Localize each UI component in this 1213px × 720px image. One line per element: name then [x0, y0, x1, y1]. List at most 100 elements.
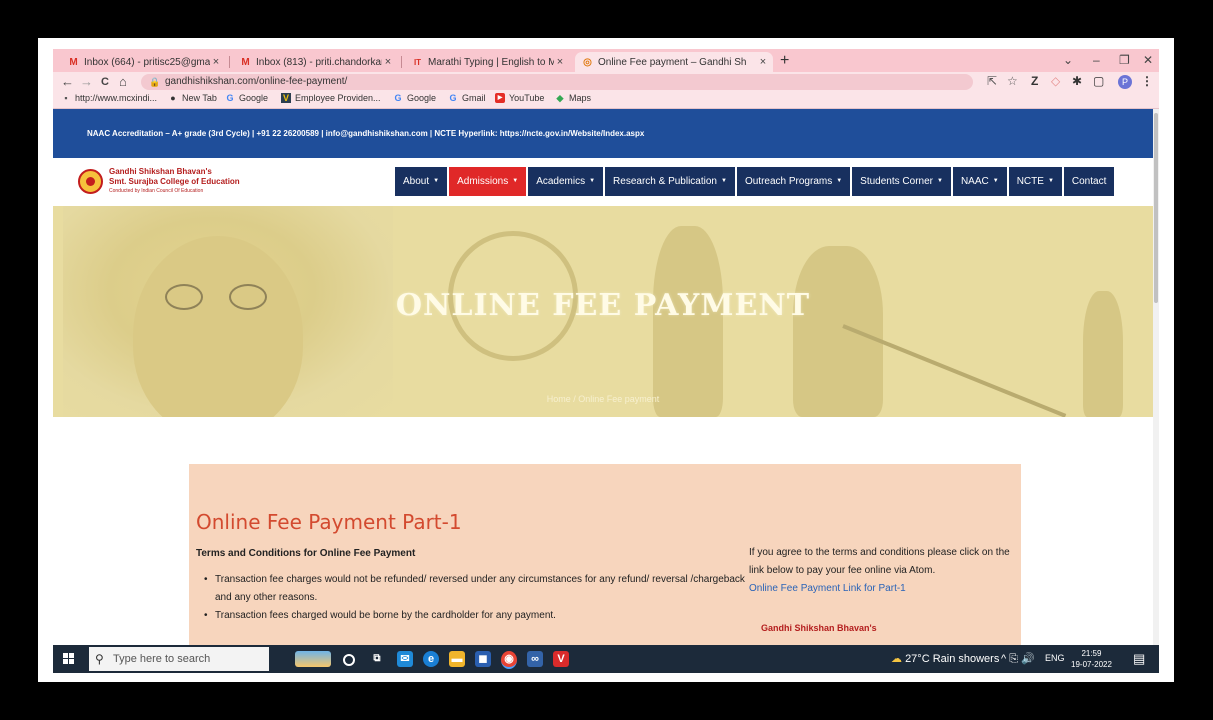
- tab-close-icon[interactable]: ×: [757, 56, 769, 68]
- notification-center-icon[interactable]: ▤: [1133, 651, 1145, 667]
- tab-online-fee-payment[interactable]: ◎ Online Fee payment – Gandhi Sh ×: [575, 52, 773, 72]
- tab-inbox-813[interactable]: M Inbox (813) - priti.chandorkar@g ×: [233, 52, 398, 72]
- reload-button[interactable]: C: [101, 76, 109, 88]
- close-window-button[interactable]: ✕: [1143, 53, 1153, 67]
- windows-start-icon[interactable]: [63, 653, 74, 664]
- new-tab-button[interactable]: +: [780, 52, 789, 70]
- mini-logo: Gandhi Shikshan Bhavan's: [761, 623, 877, 633]
- tab-inbox-664[interactable]: M Inbox (664) - pritisc25@gmail.co ×: [61, 52, 226, 72]
- google-icon: G: [226, 93, 234, 103]
- agree-block: If you agree to the terms and conditions…: [749, 544, 1021, 598]
- store-app-icon[interactable]: ◼: [475, 651, 491, 667]
- caret-down-icon: ▼: [721, 178, 727, 184]
- gmail-icon: M: [69, 56, 78, 68]
- page-scrollbar[interactable]: [1153, 109, 1159, 645]
- bookmark-gmail[interactable]: G Gmail: [448, 93, 486, 103]
- kebab-menu-icon[interactable]: ⋮: [1141, 74, 1153, 88]
- list-item: Transaction fees charged would be borne …: [204, 607, 748, 625]
- page-title: ONLINE FEE PAYMENT: [395, 288, 811, 323]
- profile-avatar[interactable]: P: [1118, 75, 1132, 89]
- nav-ncte[interactable]: NCTE ▼: [1008, 167, 1062, 196]
- lock-icon: 🔒: [149, 77, 161, 87]
- fee-payment-panel: Online Fee Payment Part-1 Terms and Cond…: [189, 464, 1021, 645]
- system-tray-icons[interactable]: ^ ⎘ 🔊: [1001, 652, 1035, 666]
- puzzle-extensions-icon[interactable]: ✱: [1072, 74, 1082, 88]
- minimize-button[interactable]: –: [1093, 53, 1100, 67]
- browser-toolbar: ← → C ⌂ 🔒 gandhishikshan.com/online-fee-…: [53, 72, 1159, 92]
- main-nav: About ▼ Admissions ▼ Academics ▼ Research &…: [395, 167, 1116, 196]
- bookmark-new-tab[interactable]: ● New Tab: [168, 93, 217, 103]
- cortana-icon[interactable]: [343, 654, 355, 666]
- nav-admissions[interactable]: Admissions ▼: [449, 167, 527, 196]
- side-panel-icon[interactable]: ▢: [1093, 74, 1104, 88]
- language-indicator[interactable]: ENG: [1045, 653, 1065, 663]
- bookmark-mcxindia[interactable]: ▪ http://www.mcxindi...: [61, 93, 157, 103]
- tab-separator: [401, 56, 402, 68]
- nav-outreach-programs[interactable]: Outreach Programs ▼: [736, 167, 851, 196]
- bookmark-google-2[interactable]: G Google: [393, 93, 436, 103]
- logo-line-2: Smt. Surajba College of Education: [109, 177, 240, 186]
- task-view-icon[interactable]: ⧉: [369, 651, 385, 667]
- nav-about[interactable]: About ▼: [395, 167, 448, 196]
- web-page: NAAC Accreditation – A+ grade (3rd Cycle…: [53, 109, 1153, 645]
- taskbar-search[interactable]: ⚲ Type here to search: [89, 647, 269, 671]
- widgets-icon[interactable]: [295, 651, 331, 667]
- address-bar[interactable]: 🔒 gandhishikshan.com/online-fee-payment/: [141, 74, 973, 90]
- payment-link[interactable]: Online Fee Payment Link for Part-1: [749, 580, 1021, 598]
- list-item: Transaction fee charges would not be ref…: [204, 571, 748, 607]
- meet-app-icon[interactable]: ∞: [527, 651, 543, 667]
- z-extension-icon[interactable]: Z: [1031, 74, 1038, 88]
- terms-list: Transaction fee charges would not be ref…: [189, 571, 748, 625]
- bookmark-star-icon[interactable]: ☆: [1007, 74, 1018, 88]
- bookmark-label: New Tab: [182, 93, 217, 103]
- tab-separator: [229, 56, 230, 68]
- breadcrumb[interactable]: Home / Online Fee payment: [53, 394, 1153, 404]
- restore-button[interactable]: ❐: [1119, 53, 1130, 67]
- caret-down-icon: ▼: [589, 178, 596, 184]
- taskbar-clock[interactable]: 21:59 19-07-2022: [1071, 648, 1112, 670]
- nav-students-corner[interactable]: Students Corner ▼: [852, 167, 951, 196]
- search-icon: ⚲: [95, 652, 104, 666]
- nav-label: Contact: [1071, 176, 1107, 187]
- bookmark-youtube[interactable]: ▶ YouTube: [495, 93, 544, 103]
- bookmark-maps[interactable]: ◆ Maps: [555, 93, 591, 103]
- nav-label: Research & Publication: [613, 176, 717, 188]
- college-logo[interactable]: Gandhi Shikshan Bhavan's Smt. Surajba Co…: [78, 167, 240, 199]
- home-button[interactable]: ⌂: [119, 74, 127, 89]
- search-placeholder: Type here to search: [113, 653, 211, 665]
- edge-browser-icon[interactable]: e: [423, 651, 439, 667]
- url-text: gandhishikshan.com/online-fee-payment/: [165, 76, 348, 87]
- tab-close-icon[interactable]: ×: [210, 56, 222, 68]
- v-app-icon[interactable]: V: [553, 651, 569, 667]
- epf-icon: V: [281, 93, 291, 103]
- scrollbar-thumb[interactable]: [1154, 113, 1158, 303]
- hero-banner: ONLINE FEE PAYMENT Home / Online Fee pay…: [53, 206, 1153, 417]
- back-button[interactable]: ←: [61, 74, 74, 89]
- file-explorer-icon[interactable]: ▬: [449, 651, 465, 667]
- nav-academics[interactable]: Academics ▼: [528, 167, 604, 196]
- tab-close-icon[interactable]: ×: [382, 56, 394, 68]
- share-icon[interactable]: ⇱: [987, 74, 997, 88]
- bookmark-label: Gmail: [462, 93, 486, 103]
- tab-marathi-typing[interactable]: IT Marathi Typing | English to Mara ×: [405, 52, 570, 72]
- tab-search-chevron-icon[interactable]: ⌄: [1063, 53, 1073, 67]
- forward-button[interactable]: →: [80, 74, 93, 89]
- nav-naac[interactable]: NAAC ▼: [952, 167, 1007, 196]
- mail-app-icon[interactable]: ✉: [397, 651, 413, 667]
- extension-icon[interactable]: ◇: [1051, 74, 1060, 88]
- nav-contact[interactable]: Contact: [1063, 167, 1115, 196]
- bookmark-employee-provident[interactable]: V Employee Providen...: [281, 93, 381, 103]
- tab-title: Online Fee payment – Gandhi Sh: [598, 56, 747, 68]
- nav-label: Academics: [536, 176, 586, 188]
- screenshot-frame: M Inbox (664) - pritisc25@gmail.co × M I…: [38, 38, 1174, 682]
- tab-close-icon[interactable]: ×: [554, 56, 566, 68]
- weather-widget[interactable]: ☁ 27°C Rain showers: [891, 652, 999, 665]
- bookmark-label: YouTube: [509, 93, 545, 103]
- tab-title: Inbox (664) - pritisc25@gmail.co: [84, 56, 210, 68]
- bookmark-label: http://www.mcxindi...: [75, 93, 158, 103]
- nav-research-publication[interactable]: Research & Publication ▼: [605, 167, 735, 196]
- caret-down-icon: ▼: [1047, 178, 1054, 184]
- bookmark-google[interactable]: G Google: [225, 93, 268, 103]
- chrome-taskbar-icon[interactable]: ◉: [501, 651, 517, 669]
- hero-figure: [793, 246, 883, 417]
